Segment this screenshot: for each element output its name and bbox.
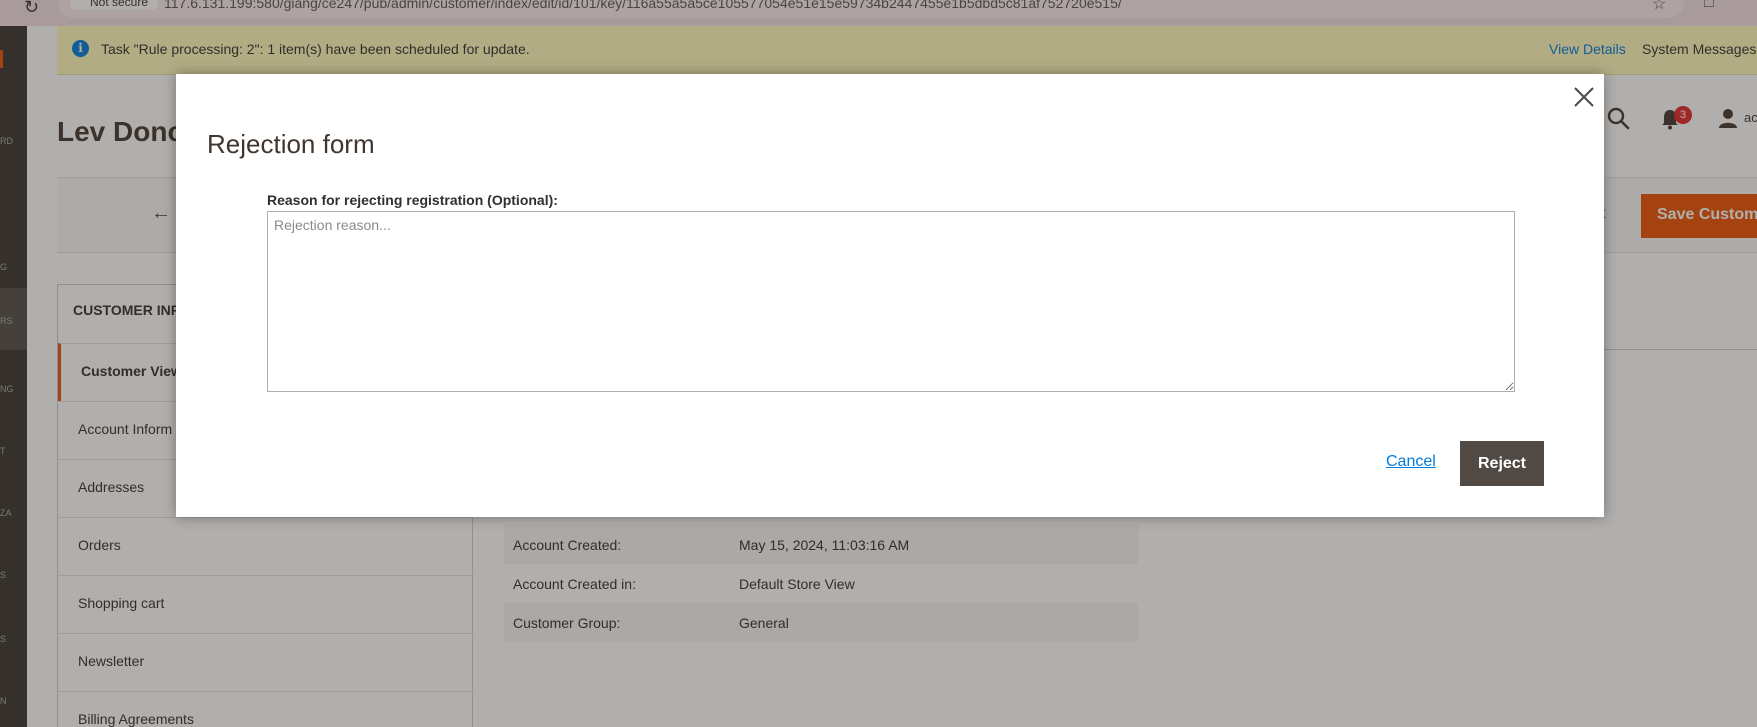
modal-title: Rejection form (207, 129, 375, 159)
rejection-reason-label: Reason for rejecting registration (Optio… (267, 192, 558, 208)
cancel-button[interactable]: Cancel (1386, 453, 1436, 471)
rejection-modal: Rejection form Reason for rejecting regi… (176, 74, 1604, 517)
reject-button[interactable]: Reject (1460, 441, 1544, 486)
rejection-reason-textarea[interactable] (267, 211, 1515, 392)
close-icon[interactable] (1571, 84, 1597, 110)
